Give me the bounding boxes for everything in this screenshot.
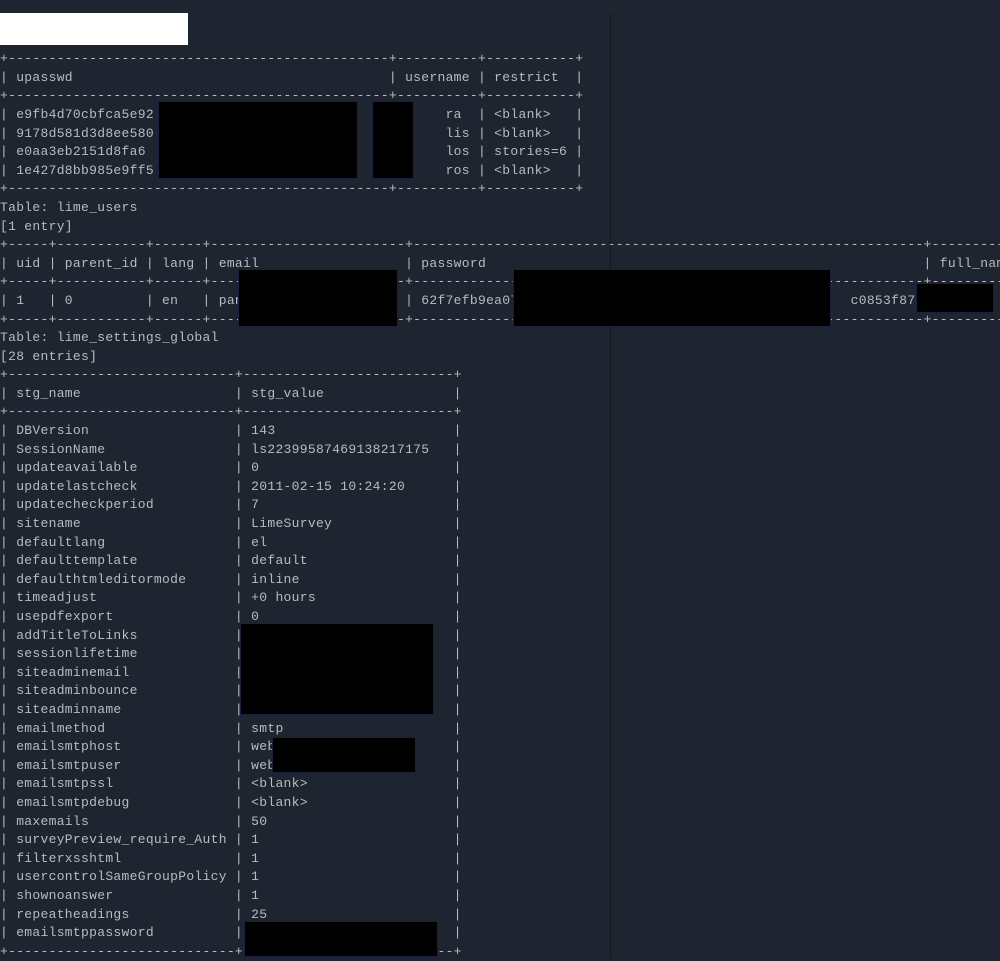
terminal-output: +---------------------------------------… [0, 13, 1000, 961]
top-white-redaction [0, 13, 188, 45]
redaction-box [272, 737, 416, 773]
redaction-box [372, 101, 414, 179]
redaction-box [240, 623, 434, 715]
redaction-box [238, 269, 398, 327]
redaction-box [916, 283, 994, 313]
redaction-box [513, 269, 831, 327]
redaction-box [244, 921, 438, 957]
pane-divider [610, 13, 611, 959]
redaction-box [158, 101, 358, 179]
